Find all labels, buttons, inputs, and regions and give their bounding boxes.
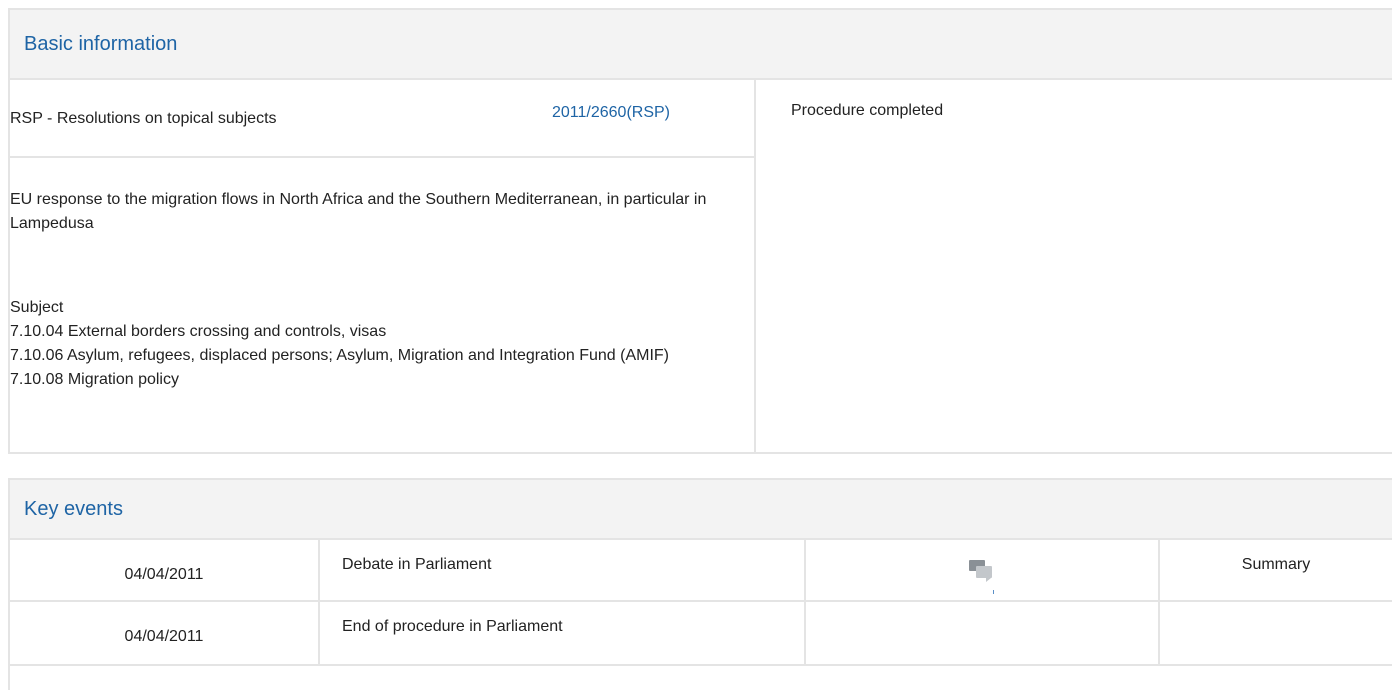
event-document-cell <box>806 540 1160 600</box>
key-events-header[interactable]: Key events <box>10 480 1392 540</box>
event-description: End of procedure in Parliament <box>320 602 806 664</box>
procedure-reference-link[interactable]: 2011/2660(RSP) <box>552 104 670 122</box>
event-date: 04/04/2011 <box>10 540 320 600</box>
basic-information-body: RSP - Resolutions on topical subjects 20… <box>10 80 1392 452</box>
table-row: 04/04/2011 End of procedure in Parliamen… <box>10 602 1392 666</box>
event-document-cell <box>806 602 1160 664</box>
basic-info-right-column: Procedure completed <box>758 80 1392 452</box>
table-row: 04/04/2011 Debate in Parliament Summary <box>10 540 1392 602</box>
basic-information-panel: Basic information RSP - Resolutions on t… <box>8 8 1392 454</box>
procedure-title: EU response to the migration flows in No… <box>10 191 707 232</box>
event-description: Debate in Parliament <box>320 540 806 600</box>
event-date: 04/04/2011 <box>10 602 320 664</box>
subject-label: Subject <box>10 299 64 316</box>
summary-link[interactable]: Summary <box>1160 540 1392 600</box>
procedure-status: Procedure completed <box>791 102 944 119</box>
basic-info-left-column: RSP - Resolutions on topical subjects 20… <box>10 80 756 452</box>
subject-item: 7.10.04 External borders crossing and co… <box>10 323 387 340</box>
event-summary-cell <box>1160 602 1392 664</box>
subject-item: 7.10.06 Asylum, refugees, displaced pers… <box>10 347 669 364</box>
debate-icon[interactable] <box>969 560 995 594</box>
procedure-type-row: RSP - Resolutions on topical subjects 20… <box>10 80 754 158</box>
procedure-description: EU response to the migration flows in No… <box>10 158 754 392</box>
basic-information-header[interactable]: Basic information <box>10 10 1392 80</box>
procedure-type: RSP - Resolutions on topical subjects <box>10 110 277 127</box>
subject-item: 7.10.08 Migration policy <box>10 371 179 388</box>
key-events-panel: Key events 04/04/2011 Debate in Parliame… <box>8 478 1392 690</box>
